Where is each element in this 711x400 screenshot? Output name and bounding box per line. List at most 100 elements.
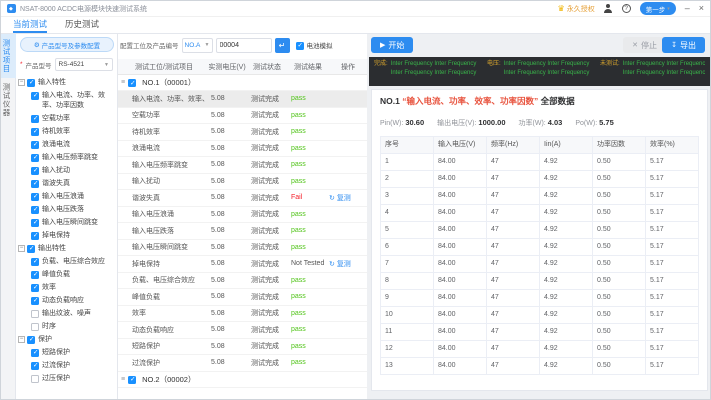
- station-select[interactable]: NO.A ▼: [181, 37, 213, 53]
- tree-item[interactable]: 待机效率: [16, 125, 117, 138]
- sidenav-测试仪器[interactable]: 测试仪器: [1, 78, 16, 122]
- checkbox-icon[interactable]: [31, 231, 39, 240]
- tree-item[interactable]: 过流保护: [16, 359, 117, 372]
- console-group: 电压: Inter Frequency Inter Frequency Inter …: [487, 60, 592, 83]
- test-row[interactable]: 谐波失真 5.08 测试完成 Fail ↻ 复测: [118, 190, 367, 207]
- export-button[interactable]: ↧ 导出: [662, 37, 705, 53]
- checkbox-icon[interactable]: [128, 375, 137, 384]
- drag-handle-icon[interactable]: ≡: [121, 376, 125, 383]
- checkbox-icon[interactable]: [31, 218, 39, 227]
- checkbox-icon[interactable]: [31, 166, 39, 175]
- checkbox-icon[interactable]: [31, 257, 39, 266]
- tree-item[interactable]: 空载功率: [16, 112, 117, 125]
- tree-item[interactable]: 时序: [16, 320, 117, 333]
- checkbox-icon[interactable]: [27, 335, 35, 344]
- product-model-select[interactable]: RS-4521 ▼: [54, 58, 113, 71]
- test-row[interactable]: 待机效率 5.08 测试完成 pass: [118, 124, 367, 141]
- checkbox-icon[interactable]: [31, 153, 39, 162]
- checkbox-icon[interactable]: [31, 309, 39, 318]
- checkbox-icon[interactable]: [27, 244, 35, 253]
- test-row[interactable]: 峰值负载 5.08 测试完成 pass: [118, 289, 367, 306]
- tab-历史测试[interactable]: 历史测试: [65, 17, 99, 33]
- test-row[interactable]: 掉电保持 5.08 测试完成 Not Tested ↻ 复测: [118, 256, 367, 273]
- station-group-row[interactable]: ≡ NO.2（00002）: [118, 372, 367, 388]
- tree-item[interactable]: − 保护: [16, 333, 117, 346]
- console-line: Inter Frequency Inter Frequency: [390, 70, 477, 76]
- tree-item[interactable]: 浪涌电流: [16, 138, 117, 151]
- tree-item[interactable]: − 输入特性: [16, 76, 117, 89]
- test-row[interactable]: 动态负载响应 5.08 测试完成 pass: [118, 322, 367, 339]
- checkbox-icon[interactable]: [128, 79, 137, 87]
- retest-link[interactable]: ↻ 复测: [329, 195, 351, 202]
- tree-item[interactable]: 掉电保持: [16, 229, 117, 242]
- checkbox-icon[interactable]: [31, 192, 39, 201]
- tree-item[interactable]: 短路保护: [16, 346, 117, 359]
- test-row[interactable]: 效率 5.08 测试完成 pass: [118, 306, 367, 322]
- test-row[interactable]: 负载、电压综合效应 5.08 测试完成 pass: [118, 273, 367, 289]
- test-row[interactable]: 浪涌电流 5.08 测试完成 pass: [118, 141, 367, 157]
- checkbox-icon[interactable]: [31, 140, 39, 149]
- tree-item[interactable]: 输入电流、功率、效率、功率因数: [16, 89, 117, 112]
- checkbox-icon[interactable]: [27, 78, 35, 87]
- checkbox-icon[interactable]: [31, 91, 39, 100]
- skin-select-button[interactable]: 第一步 ▾: [639, 2, 676, 15]
- tree-item[interactable]: 输入电压浪涌: [16, 190, 117, 203]
- user-icon[interactable]: [604, 4, 613, 13]
- test-row[interactable]: 输入电压浪涌 5.08 测试完成 pass: [118, 207, 367, 223]
- stop-button[interactable]: ✕ 停止: [623, 37, 666, 53]
- apply-number-button[interactable]: ↵: [274, 37, 290, 53]
- tree-item[interactable]: 效率: [16, 281, 117, 294]
- test-row[interactable]: 短路保护 5.08 测试完成 pass: [118, 339, 367, 355]
- test-row[interactable]: 输入电压瞬间跳变 5.08 测试完成 pass: [118, 240, 367, 256]
- test-item-name: 动态负载响应: [132, 326, 174, 334]
- checkbox-icon[interactable]: [31, 283, 39, 292]
- checkbox-icon[interactable]: [31, 179, 39, 188]
- test-row[interactable]: 输入电压跌落 5.08 测试完成 pass: [118, 223, 367, 240]
- tree-item[interactable]: 过压保护: [16, 372, 117, 385]
- test-result: pass: [291, 243, 306, 251]
- checkbox-icon[interactable]: [31, 296, 39, 305]
- start-button[interactable]: ▶ 开始: [371, 37, 414, 53]
- checkbox-icon[interactable]: [31, 322, 39, 331]
- tree-item[interactable]: 峰值负载: [16, 268, 117, 281]
- checkbox-icon[interactable]: [31, 127, 39, 136]
- checkbox-icon[interactable]: [31, 361, 39, 370]
- battery-sim-checkbox[interactable]: 电池模拟: [295, 40, 333, 50]
- test-row[interactable]: 过流保护 5.08 测试完成 pass: [118, 355, 367, 372]
- help-icon[interactable]: ?: [621, 4, 631, 13]
- drag-handle-icon[interactable]: ≡: [121, 79, 125, 86]
- test-row[interactable]: 空载功率 5.08 测试完成 pass: [118, 108, 367, 124]
- tree-item[interactable]: 输出纹波、噪声: [16, 307, 117, 320]
- tree-item[interactable]: 输入扰动: [16, 164, 117, 177]
- detail-cell: 3: [380, 187, 434, 205]
- collapse-icon[interactable]: −: [18, 245, 25, 252]
- collapse-icon[interactable]: −: [18, 336, 25, 343]
- checkbox-icon[interactable]: [31, 114, 39, 123]
- tree-item[interactable]: 谐波失真: [16, 177, 117, 190]
- checkbox-icon[interactable]: [31, 374, 39, 383]
- checkbox-icon[interactable]: [31, 270, 39, 279]
- retest-link[interactable]: ↻ 复测: [329, 261, 351, 268]
- test-row[interactable]: 输入扰动 5.08 测试完成 pass: [118, 174, 367, 190]
- tree-item-label: 谐波失真: [42, 179, 70, 187]
- minimize-button[interactable]: –: [685, 4, 690, 13]
- test-row[interactable]: 输入电流、功率、效率、功率因数 5.08 测试完成 pass: [118, 91, 367, 108]
- tree-item[interactable]: 输入电压瞬间跳变: [16, 216, 117, 229]
- tab-当前测试[interactable]: 当前测试: [13, 17, 48, 33]
- product-number-input[interactable]: [215, 37, 272, 53]
- tree-item[interactable]: 动态负载响应: [16, 294, 117, 307]
- tree-item[interactable]: 输入电压频率跳变: [16, 151, 117, 164]
- tree-item[interactable]: 负载、电压综合效应: [16, 255, 117, 268]
- detail-cell: 47: [486, 238, 540, 256]
- close-button[interactable]: ×: [699, 4, 704, 13]
- product-config-button[interactable]: ⚙ 产品型号及参数配置: [20, 37, 114, 52]
- checkbox-icon[interactable]: [31, 205, 39, 214]
- sidenav-测试项目[interactable]: 测试项目: [1, 34, 16, 78]
- station-group-row[interactable]: ≡ NO.1（00001）: [118, 75, 367, 91]
- detail-cell: 84.00: [433, 153, 487, 171]
- collapse-icon[interactable]: −: [18, 79, 25, 86]
- tree-item[interactable]: 输入电压跌落: [16, 203, 117, 216]
- checkbox-icon[interactable]: [31, 348, 39, 357]
- test-row[interactable]: 输入电压频率跳变 5.08 测试完成 pass: [118, 157, 367, 174]
- tree-item[interactable]: − 输出特性: [16, 242, 117, 255]
